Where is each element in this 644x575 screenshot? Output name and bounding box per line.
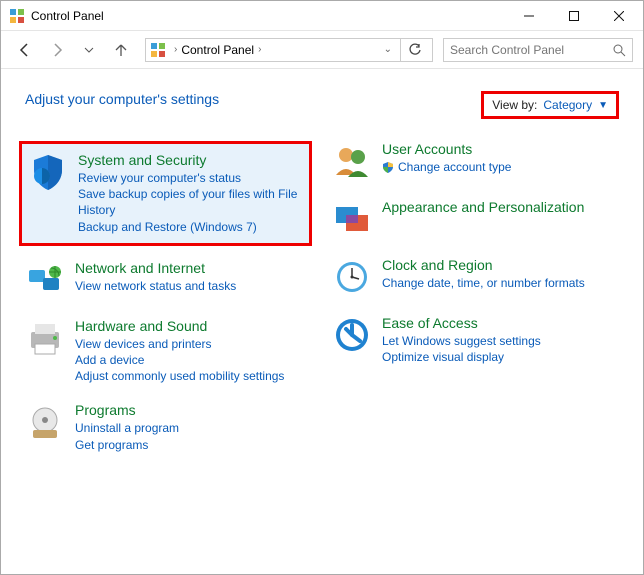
category-title[interactable]: Programs — [75, 402, 179, 418]
toolbar: › Control Panel › ⌄ — [1, 31, 643, 69]
category-system-security[interactable]: System and Security Review your computer… — [19, 141, 312, 246]
category-title[interactable]: Network and Internet — [75, 260, 236, 276]
refresh-button[interactable] — [400, 38, 428, 62]
chevron-right-icon[interactable]: › — [258, 44, 261, 55]
category-title[interactable]: Ease of Access — [382, 315, 541, 331]
category-link[interactable]: Optimize visual display — [382, 349, 541, 365]
users-icon — [332, 141, 372, 181]
search-box[interactable] — [443, 38, 633, 62]
left-column: System and Security Review your computer… — [25, 141, 312, 471]
minimize-button[interactable] — [506, 1, 551, 30]
forward-button[interactable] — [43, 36, 71, 64]
address-history-dropdown[interactable]: ⌄ — [384, 44, 392, 55]
category-network-internet[interactable]: Network and Internet View network status… — [25, 260, 312, 300]
category-link[interactable]: View network status and tasks — [75, 278, 236, 294]
category-link[interactable]: Get programs — [75, 437, 179, 453]
recent-locations-button[interactable] — [75, 36, 103, 64]
category-link[interactable]: Add a device — [75, 352, 284, 368]
category-link[interactable]: Save backup copies of your files with Fi… — [78, 186, 301, 218]
category-link[interactable]: Review your computer's status — [78, 170, 301, 186]
maximize-button[interactable] — [551, 1, 596, 30]
titlebar: Control Panel — [1, 1, 643, 31]
category-title[interactable]: System and Security — [78, 152, 301, 168]
right-column: User Accounts Change account type Appear… — [332, 141, 619, 471]
content-area: Adjust your computer's settings View by:… — [1, 69, 643, 491]
view-by-value: Category — [543, 98, 592, 112]
view-by-selector[interactable]: View by: Category ▼ — [481, 91, 619, 119]
control-panel-icon — [150, 42, 166, 58]
appearance-icon — [332, 199, 372, 239]
category-link[interactable]: Adjust commonly used mobility settings — [75, 368, 284, 384]
category-appearance[interactable]: Appearance and Personalization — [332, 199, 619, 239]
search-icon[interactable] — [612, 43, 626, 57]
category-ease-of-access[interactable]: Ease of Access Let Windows suggest setti… — [332, 315, 619, 365]
category-link[interactable]: View devices and printers — [75, 336, 284, 352]
address-bar[interactable]: › Control Panel › ⌄ — [145, 38, 433, 62]
category-title[interactable]: Appearance and Personalization — [382, 199, 584, 215]
category-link[interactable]: Uninstall a program — [75, 420, 179, 436]
search-input[interactable] — [450, 43, 612, 57]
category-clock-region[interactable]: Clock and Region Change date, time, or n… — [332, 257, 619, 297]
category-user-accounts[interactable]: User Accounts Change account type — [332, 141, 619, 181]
dropdown-arrow-icon: ▼ — [598, 100, 608, 111]
back-button[interactable] — [11, 36, 39, 64]
category-programs[interactable]: Programs Uninstall a program Get program… — [25, 402, 312, 452]
category-link[interactable]: Change date, time, or number formats — [382, 275, 585, 291]
category-title[interactable]: Clock and Region — [382, 257, 585, 273]
window-title: Control Panel — [31, 9, 506, 23]
view-by-label: View by: — [492, 98, 537, 112]
printer-icon — [25, 318, 65, 358]
uac-shield-icon — [382, 161, 394, 173]
breadcrumb-root[interactable]: Control Panel — [181, 43, 254, 57]
category-hardware-sound[interactable]: Hardware and Sound View devices and prin… — [25, 318, 312, 385]
control-panel-icon — [9, 8, 25, 24]
up-button[interactable] — [107, 36, 135, 64]
category-link[interactable]: Let Windows suggest settings — [382, 333, 541, 349]
page-heading: Adjust your computer's settings — [25, 91, 219, 107]
chevron-right-icon[interactable]: › — [174, 44, 177, 55]
close-button[interactable] — [596, 1, 641, 30]
category-link[interactable]: Change account type — [398, 159, 511, 175]
programs-icon — [25, 402, 65, 442]
category-title[interactable]: User Accounts — [382, 141, 511, 157]
category-link[interactable]: Backup and Restore (Windows 7) — [78, 219, 301, 235]
clock-icon — [332, 257, 372, 297]
category-title[interactable]: Hardware and Sound — [75, 318, 284, 334]
ease-of-access-icon — [332, 315, 372, 355]
shield-icon — [28, 152, 68, 192]
network-icon — [25, 260, 65, 300]
